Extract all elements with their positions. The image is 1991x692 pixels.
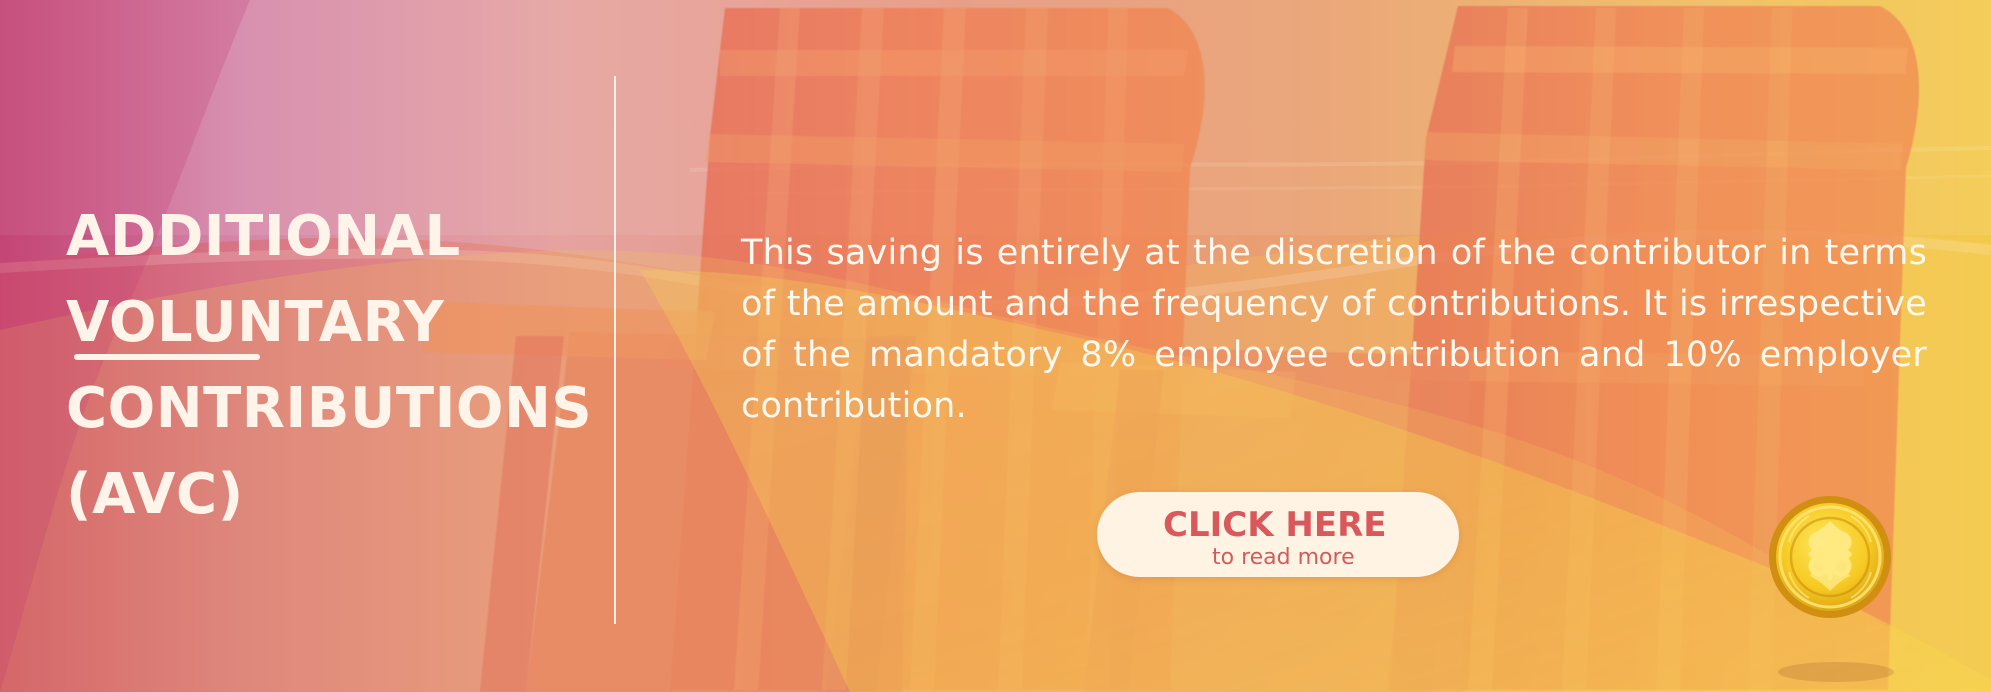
- click-here-label: CLICK HERE: [1163, 505, 1387, 545]
- title-line-3: CONTRIBUTIONS: [66, 376, 593, 441]
- title-line-4: (AVC): [66, 462, 244, 527]
- page-title: ADDITIONAL VOLUNTARY CONTRIBUTIONS (AVC): [66, 194, 626, 538]
- click-here-button[interactable]: CLICK HERE to read more: [1097, 492, 1459, 577]
- avc-banner: ADDITIONAL VOLUNTARY CONTRIBUTIONS (AVC)…: [0, 0, 1991, 692]
- description-text: This saving is entirely at the discretio…: [741, 233, 1927, 426]
- vertical-divider: [614, 76, 616, 624]
- title-line-1: ADDITIONAL: [66, 204, 461, 269]
- title-underline: [74, 354, 260, 360]
- read-more-label: to read more: [1212, 545, 1355, 570]
- gold-medal-icon: [1769, 496, 1891, 618]
